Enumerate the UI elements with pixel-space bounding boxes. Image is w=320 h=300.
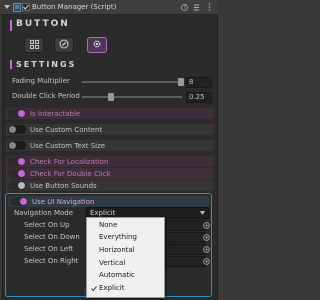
menu-item-label: Horizontal	[99, 246, 135, 254]
toggle-switch[interactable]	[8, 141, 26, 150]
gear-icon	[92, 39, 102, 51]
toggle-switch[interactable]	[8, 157, 26, 166]
double-click-period-label: Double Click Period	[12, 92, 80, 100]
toggle-row-use-ui-navigation[interactable]: Use UI Navigation	[8, 196, 209, 207]
menu-item-label: Vertical	[99, 259, 126, 267]
compass-icon	[59, 39, 69, 51]
toggle-label: Use Custom Text Size	[30, 142, 106, 150]
tile-grid-icon	[29, 39, 39, 51]
svg-text:?: ?	[183, 5, 186, 11]
preset-icon[interactable]	[192, 3, 200, 11]
toggle-label: Is Interactable	[30, 110, 81, 118]
double-click-period-field[interactable]: 0.25	[186, 92, 212, 103]
toggle-switch[interactable]	[8, 181, 26, 190]
toggle-label: Use Button Sounds	[30, 182, 97, 190]
select-on-up-label: Select On Up	[24, 221, 70, 229]
tile-grid-button[interactable]	[24, 37, 44, 53]
navigation-mode-label: Navigation Mode	[14, 209, 74, 217]
brand-accent-bar	[10, 20, 12, 31]
menu-item-explicit[interactable]: Explicit	[87, 283, 164, 294]
compass-button[interactable]	[54, 37, 74, 53]
fading-multiplier-label: Fading Multiplier	[12, 77, 70, 85]
object-picker-icon[interactable]	[202, 245, 210, 253]
settings-title: SETTINGS	[16, 60, 77, 69]
toggle-switch[interactable]	[8, 169, 26, 178]
menu-item-none[interactable]: None	[87, 220, 164, 231]
chevron-down-icon	[200, 211, 205, 215]
help-icon[interactable]: ?	[180, 3, 188, 11]
toggle-row-check-for-localization[interactable]: Check For Localization	[6, 156, 214, 167]
menu-item-label: None	[99, 221, 118, 229]
navigation-mode-value: Explicit	[90, 209, 116, 217]
fading-multiplier-field[interactable]: 8	[186, 77, 212, 88]
object-picker-icon[interactable]	[202, 233, 210, 241]
select-on-down-label: Select On Down	[24, 233, 80, 241]
navigation-mode-popup: None Everything Horizontal Vertical Auto…	[86, 217, 165, 298]
toggle-row-use-custom-text-size[interactable]: Use Custom Text Size	[6, 140, 214, 151]
toggle-switch[interactable]	[8, 109, 26, 118]
double-click-period-knob[interactable]	[108, 93, 114, 101]
menu-item-label: Everything	[99, 233, 137, 241]
menu-item-vertical[interactable]: Vertical	[87, 258, 164, 269]
menu-item-everything[interactable]: Everything	[87, 232, 164, 243]
menu-item-label: Automatic	[99, 271, 135, 279]
checkmark-icon	[91, 283, 97, 298]
component-title: Button Manager (Script)	[32, 3, 117, 11]
toggle-row-check-for-double-click[interactable]: Check For Double Click	[6, 168, 214, 179]
object-picker-icon[interactable]	[202, 257, 210, 265]
toggle-label: Check For Double Click	[30, 170, 111, 178]
toggle-row-use-button-sounds[interactable]: Use Button Sounds	[6, 180, 214, 191]
collapse-arrow-icon[interactable]	[3, 3, 11, 11]
menu-item-label: Explicit	[99, 284, 125, 292]
toggle-label: Check For Localization	[30, 158, 109, 166]
toggle-switch[interactable]	[8, 125, 26, 134]
fading-multiplier-slider[interactable]	[82, 81, 182, 83]
menu-item-automatic[interactable]: Automatic	[87, 270, 164, 281]
double-click-period-slider[interactable]	[82, 96, 182, 98]
settings-accent-bar	[10, 60, 12, 69]
menu-icon[interactable]	[205, 3, 213, 11]
component-header: Button Manager (Script) ?	[0, 0, 218, 15]
fading-multiplier-knob[interactable]	[178, 78, 184, 86]
select-on-right-label: Select On Right	[24, 257, 79, 265]
toggle-label: Use UI Navigation	[32, 198, 95, 206]
toggle-row-is-interactable[interactable]: Is Interactable	[6, 108, 214, 119]
brand-title: BUTTON	[16, 19, 70, 29]
toggle-label: Use Custom Content	[30, 126, 103, 134]
select-on-left-label: Select On Left	[24, 245, 74, 253]
toggle-switch[interactable]	[10, 197, 28, 206]
script-icon	[12, 2, 21, 12]
object-picker-icon[interactable]	[202, 221, 210, 229]
toggle-row-use-custom-content[interactable]: Use Custom Content	[6, 124, 214, 135]
menu-item-horizontal[interactable]: Horizontal	[87, 245, 164, 256]
enabled-checkbox-icon[interactable]	[22, 3, 30, 11]
gear-button[interactable]	[87, 37, 107, 53]
